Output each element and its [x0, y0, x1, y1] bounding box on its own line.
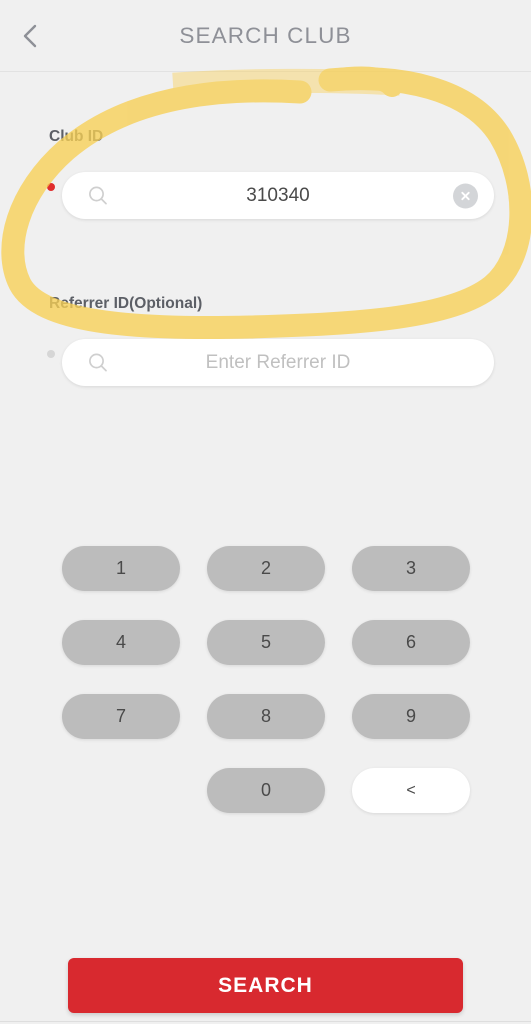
app-header: SEARCH CLUB [0, 0, 531, 72]
keypad-key-8[interactable]: 8 [207, 694, 325, 739]
optional-indicator-dot [47, 350, 55, 358]
referrer-id-input[interactable]: Enter Referrer ID [62, 339, 494, 386]
referrer-id-label: Referrer ID(Optional) [49, 295, 203, 312]
keypad-key-4[interactable]: 4 [62, 620, 180, 665]
keypad-key-3[interactable]: 3 [352, 546, 470, 591]
club-id-input-container[interactable]: 310340 [62, 172, 494, 219]
required-indicator-dot [47, 183, 55, 191]
referrer-id-input-container[interactable]: Enter Referrer ID [62, 339, 494, 386]
bottom-divider [0, 1021, 531, 1022]
search-button[interactable]: SEARCH [68, 958, 463, 1013]
numeric-keypad: 1 2 3 4 5 6 7 8 9 0 < [62, 546, 470, 813]
club-id-label: Club ID [49, 128, 104, 145]
keypad-key-2[interactable]: 2 [207, 546, 325, 591]
keypad-key-9[interactable]: 9 [352, 694, 470, 739]
club-id-input[interactable]: 310340 [62, 172, 494, 219]
keypad-key-6[interactable]: 6 [352, 620, 470, 665]
keypad-key-7[interactable]: 7 [62, 694, 180, 739]
keypad-backspace-key[interactable]: < [352, 768, 470, 813]
highlighter-annotation [1, 66, 531, 340]
keypad-key-5[interactable]: 5 [207, 620, 325, 665]
page-title: SEARCH CLUB [179, 23, 352, 48]
keypad-key-empty [62, 768, 180, 813]
club-id-row: 310340 [0, 162, 531, 219]
search-club-screen: SEARCH CLUB Club ID 310340 Referrer ID(O… [0, 0, 531, 1024]
referrer-id-row: Enter Referrer ID [0, 329, 531, 386]
clear-club-id-icon[interactable] [453, 183, 478, 208]
keypad-key-1[interactable]: 1 [62, 546, 180, 591]
keypad-key-0[interactable]: 0 [207, 768, 325, 813]
